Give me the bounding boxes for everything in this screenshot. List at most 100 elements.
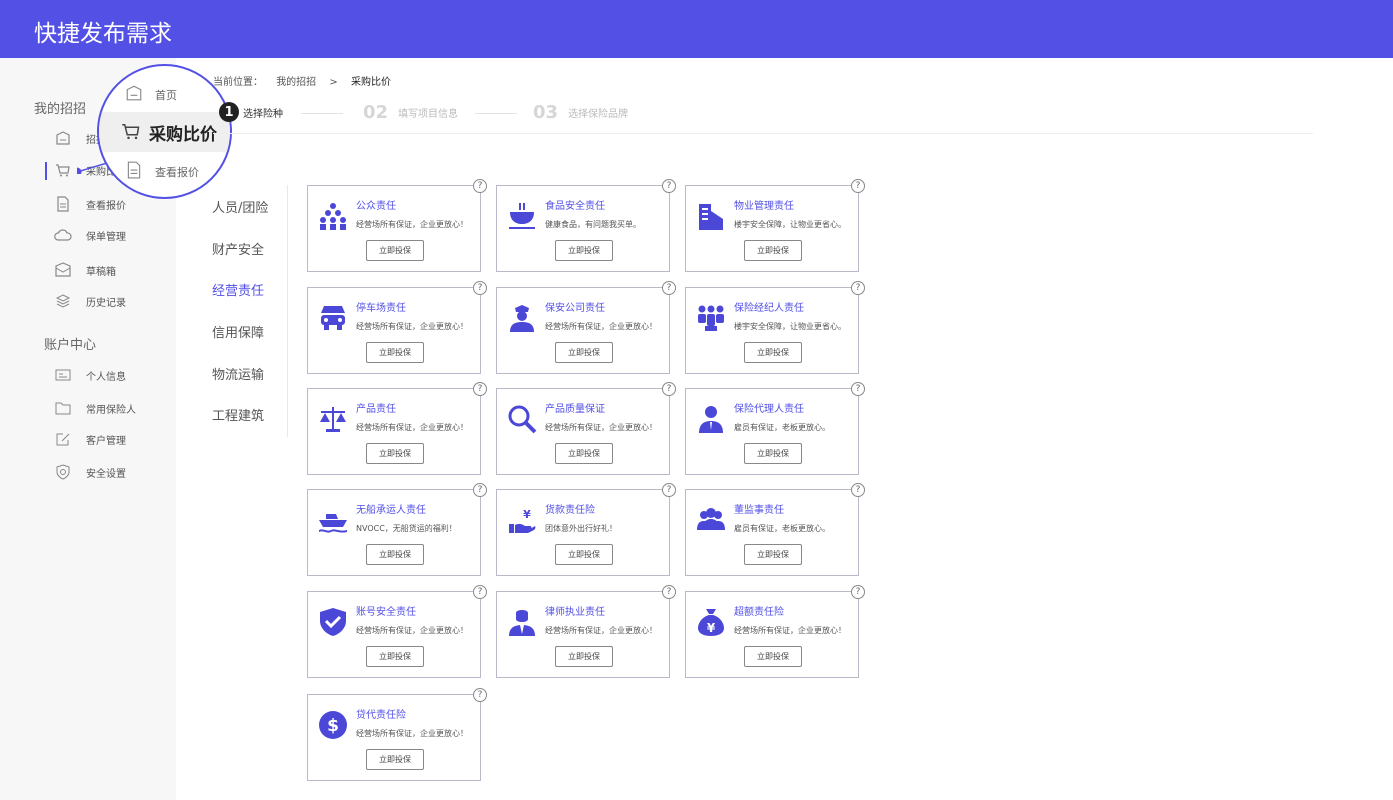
agent-icon [699,406,723,433]
sidebar-item-quotes[interactable]: 查看报价 [54,193,126,215]
insurance-card-product-liability[interactable]: ? 产品责任 经营场所有保证，企业更放心！ 立即投保 [307,382,487,475]
sidebar-item-label: 草稿箱 [86,266,116,278]
help-icon[interactable]: ? [662,281,676,295]
sidebar-section-account: 账户中心 [44,338,97,353]
help-icon[interactable]: ? [662,382,676,396]
insurance-card-lawyer-practice[interactable]: ? 律师执业责任 经营场所有保证，企业更放心！ 立即投保 [496,585,676,678]
category-personnel[interactable]: 人员/团险 [212,197,268,216]
card-title: 产品质量保证 [545,404,605,415]
breadcrumb-level1[interactable]: 我的招招 [276,77,316,88]
help-icon[interactable]: ? [662,179,676,193]
card-description: 楼宇安全保障，让物业更省心。 [734,220,846,229]
insure-now-button[interactable]: 立即投保 [366,443,424,464]
insurance-card-security-company[interactable]: ? 保安公司责任 经营场所有保证，企业更放心！ 立即投保 [496,281,676,374]
card-description: 经营场所有保证，企业更放心！ [356,729,468,738]
help-icon[interactable]: ? [473,179,487,193]
help-icon[interactable]: ? [851,585,865,599]
insurance-card-product-quality[interactable]: ? 产品质量保证 经营场所有保证，企业更放心！ 立即投保 [496,382,676,475]
insurance-card-property-management[interactable]: ? 物业管理责任 楼宇安全保障，让物业更省心。 立即投保 [685,179,865,272]
insure-now-button[interactable]: 立即投保 [744,646,802,667]
card-description: 雇员有保证，老板更放心。 [734,524,830,533]
insurance-card-insurance-broker[interactable]: ? 保险经纪人责任 楼宇安全保障，让物业更省心。 立即投保 [685,281,865,374]
home-icon [54,129,72,147]
money-bag-icon: ¥ [698,609,724,636]
insure-now-button[interactable]: 立即投保 [366,646,424,667]
category-list: 人员/团险 财产安全 经营责任 信用保障 物流运输 工程建筑 [208,185,288,437]
sidebar-item-customers[interactable]: 客户管理 [54,428,126,450]
insure-now-button[interactable]: 立即投保 [744,240,802,261]
help-icon[interactable]: ? [851,483,865,497]
step-number: 1 [219,102,239,122]
sidebar-item-label: 客户管理 [86,435,126,447]
category-property[interactable]: 财产安全 [212,239,264,258]
help-icon[interactable]: ? [662,585,676,599]
insure-now-button[interactable]: 立即投保 [555,443,613,464]
help-icon[interactable]: ? [473,688,487,702]
card-description: 雇员有保证，老板更放心。 [734,423,830,432]
inbox-icon [54,261,72,279]
insure-now-button[interactable]: 立即投保 [366,544,424,565]
insure-now-button[interactable]: 立即投保 [555,646,613,667]
step-number: 02 [363,102,389,123]
step-2: 02 填写项目信息 [363,102,458,123]
dollar-coin-icon: $ [319,711,347,739]
sidebar-item-security[interactable]: 安全设置 [54,461,126,483]
insure-now-button[interactable]: 立即投保 [555,342,613,363]
sidebar-item-profile[interactable]: 个人信息 [54,364,126,386]
help-icon[interactable]: ? [851,179,865,193]
help-icon[interactable]: ? [473,585,487,599]
insurance-card-loan-agent[interactable]: ? $ 贷代责任险 经营场所有保证，企业更放心！ 立即投保 [307,688,487,781]
insurance-card-account-security[interactable]: ? 账号安全责任 经营场所有保证，企业更放心！ 立即投保 [307,585,487,678]
insure-now-button[interactable]: 立即投保 [366,240,424,261]
sidebar-item-drafts[interactable]: 草稿箱 [54,259,116,281]
help-icon[interactable]: ? [851,281,865,295]
category-logistics[interactable]: 物流运输 [212,364,264,383]
help-icon[interactable]: ? [662,483,676,497]
category-business-liability[interactable]: 经营责任 [212,280,264,299]
progress-steps: 1 选择险种 02 填写项目信息 03 选择保险品牌 [213,100,1313,134]
card-description: 健康食品，有问题我买单。 [545,220,641,229]
help-icon[interactable]: ? [473,281,487,295]
insure-now-button[interactable]: 立即投保 [366,342,424,363]
home-icon [125,84,143,106]
insurance-card-parking-lot[interactable]: ? 停车场责任 经营场所有保证，企业更放心！ 立即投保 [307,281,487,374]
insurance-card-insurance-agent[interactable]: ? 保险代理人责任 雇员有保证，老板更放心。 立即投保 [685,382,865,475]
category-engineering[interactable]: 工程建筑 [212,405,264,424]
card-description: 经营场所有保证，企业更放心！ [734,626,846,635]
insurance-card-payment-liability[interactable]: ? ¥ 货款责任险 团体意外出行好礼！ 立即投保 [496,483,676,576]
insurance-card-directors-officers[interactable]: ? 董监事责任 雇员有保证，老板更放心。 立即投保 [685,483,865,576]
team-icon [698,305,724,331]
active-indicator [45,162,47,180]
zoom-item-home: 首页 [125,84,177,106]
help-icon[interactable]: ? [473,382,487,396]
insure-now-button[interactable]: 立即投保 [555,240,613,261]
breadcrumb-separator: > [329,77,338,88]
insure-now-button[interactable]: 立即投保 [744,443,802,464]
card-title: 保安公司责任 [545,303,605,314]
card-title: 贷代责任险 [356,710,406,721]
card-description: 经营场所有保证，企业更放心！ [356,423,468,432]
insure-now-button[interactable]: 立即投保 [744,544,802,565]
insurance-card-excess-liability[interactable]: ? ¥ 超额责任险 经营场所有保证，企业更放心！ 立即投保 [685,585,865,678]
card-title: 账号安全责任 [356,607,416,618]
insurance-card-nvocc[interactable]: ? 无船承运人责任 NVOCC，无船货运的福利！ 立即投保 [307,483,487,576]
category-credit[interactable]: 信用保障 [212,322,264,341]
zoom-magnifier: 首页 采购比价 查看报价 [97,64,232,199]
sidebar-item-insurers[interactable]: 常用保险人 [54,397,136,419]
insurance-card-food-safety[interactable]: ? 食品安全责任 健康食品，有问题我买单。 立即投保 [496,179,676,272]
step-3: 03 选择保险品牌 [533,102,628,123]
cloud-icon [54,226,72,244]
help-icon[interactable]: ? [473,483,487,497]
building-icon [699,204,723,230]
sidebar-item-label: 个人信息 [86,371,126,383]
help-icon[interactable]: ? [851,382,865,396]
board-icon [697,508,725,530]
insurance-card-public-liability[interactable]: ? 公众责任 经营场所有保证，企业更放心！ 立即投保 [307,179,487,272]
sidebar-item-history[interactable]: 历史记录 [54,290,126,312]
insure-now-button[interactable]: 立即投保 [366,749,424,770]
insure-now-button[interactable]: 立即投保 [555,544,613,565]
card-title: 律师执业责任 [545,607,605,618]
card-description: 团体意外出行好礼！ [545,524,617,533]
sidebar-item-policies[interactable]: 保单管理 [54,224,126,246]
insure-now-button[interactable]: 立即投保 [744,342,802,363]
